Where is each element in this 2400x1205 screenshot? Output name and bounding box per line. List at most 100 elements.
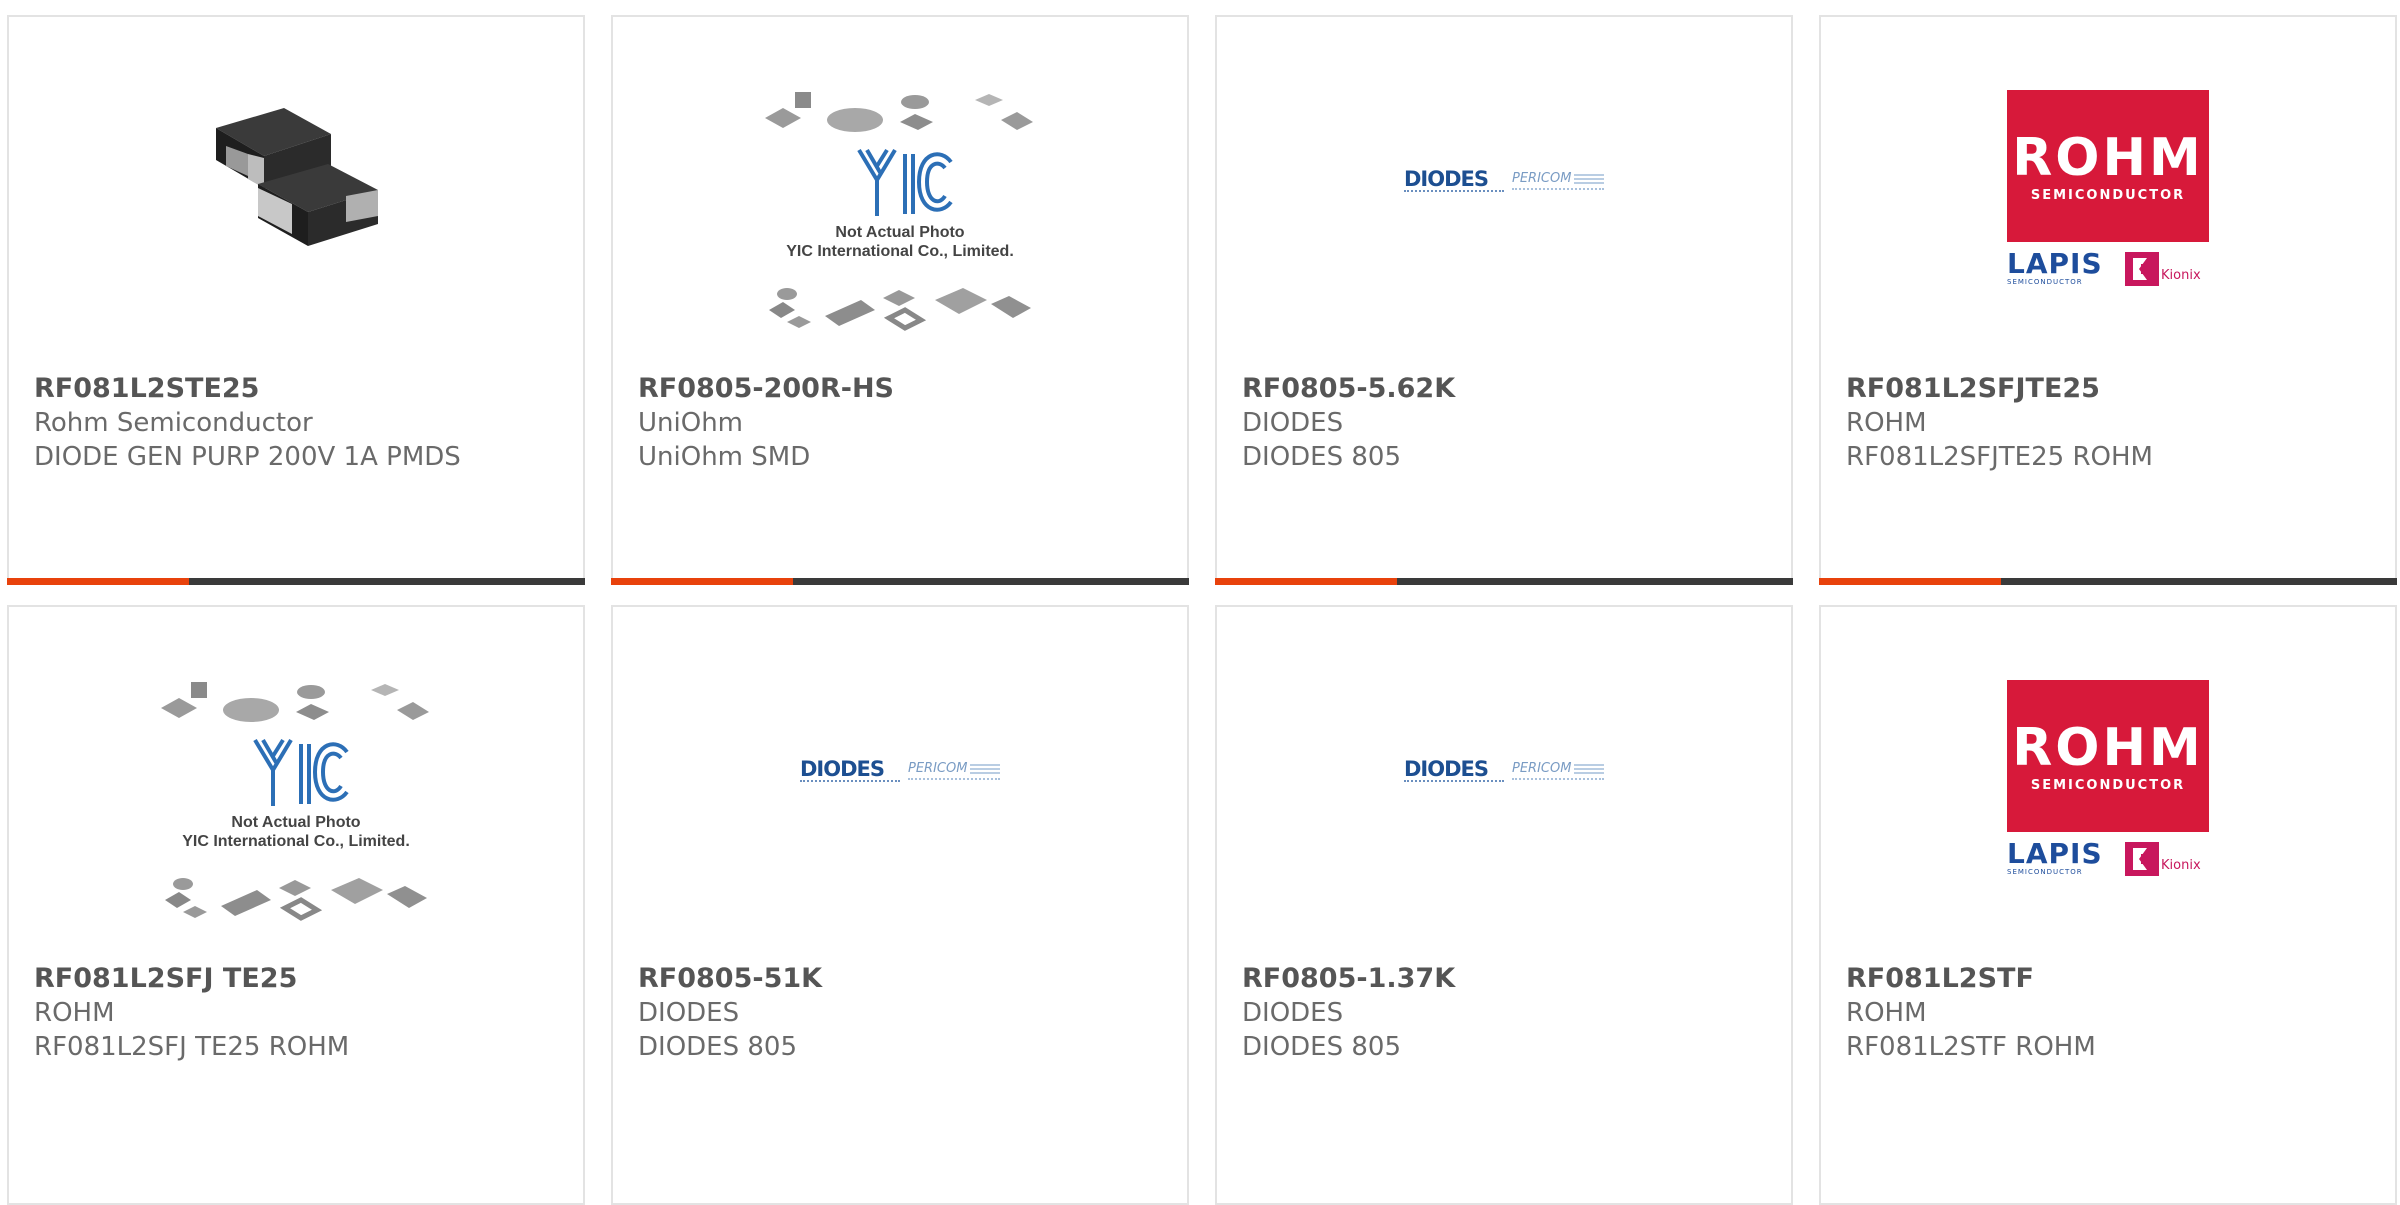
product-image-area: DIODES PERICOM bbox=[1217, 667, 1791, 952]
description: RF081L2STF ROHM bbox=[1846, 1032, 2096, 1062]
chip-icons bbox=[165, 877, 427, 921]
product-card[interactable]: RF081L2STE25 Rohm Semiconductor DIODE GE… bbox=[7, 15, 585, 585]
pericom-tagline bbox=[908, 777, 1000, 782]
product-image-area: DIODES PERICOM bbox=[1217, 77, 1791, 362]
product-card[interactable]: Not Actual Photo YIC International Co., … bbox=[611, 15, 1189, 585]
pericom-tagline bbox=[1512, 187, 1604, 192]
description: DIODES 805 bbox=[1242, 1032, 1401, 1062]
kionix-mark-icon bbox=[2125, 841, 2159, 876]
kionix-mark-icon bbox=[2125, 251, 2159, 286]
product-info: RF0805-1.37K DIODES DIODES 805 bbox=[1242, 962, 1781, 1064]
lapis-subtitle: SEMICONDUCTOR bbox=[2007, 867, 2083, 876]
product-card[interactable]: ROHM SEMICONDUCTOR LAPIS SEMICONDUCTOR K… bbox=[1819, 605, 2397, 1205]
yic-company-label: YIC International Co., Limited. bbox=[786, 242, 1014, 260]
manufacturer: Rohm Semiconductor bbox=[34, 408, 313, 438]
product-info: RF0805-200R-HS UniOhm UniOhm SMD bbox=[638, 372, 1177, 474]
kionix-wordmark: Kionix bbox=[2161, 267, 2201, 283]
product-info: RF081L2SFJTE25 ROHM RF081L2SFJTE25 ROHM bbox=[1846, 372, 2385, 474]
product-card[interactable]: DIODES PERICOM RF0805-5.62K DIODES DIODE… bbox=[1215, 15, 1793, 585]
manufacturer: ROHM bbox=[34, 998, 115, 1028]
yic-company-label: YIC International Co., Limited. bbox=[182, 832, 410, 850]
lapis-wordmark: LAPIS bbox=[2007, 246, 2103, 280]
product-info: RF081L2STF ROHM RF081L2STF ROHM bbox=[1846, 962, 2385, 1064]
kionix-logo: Kionix bbox=[2125, 251, 2209, 286]
part-number[interactable]: RF0805-200R-HS bbox=[638, 372, 1177, 406]
lapis-subtitle: SEMICONDUCTOR bbox=[2007, 277, 2083, 286]
part-number[interactable]: RF0805-1.37K bbox=[1242, 962, 1781, 996]
diodes-tagline bbox=[1404, 189, 1504, 194]
rohm-logo-block: ROHM SEMICONDUCTOR bbox=[2007, 89, 2209, 242]
description: RF081L2SFJTE25 ROHM bbox=[1846, 442, 2153, 472]
product-image-area: ROHM SEMICONDUCTOR LAPIS SEMICONDUCTOR K… bbox=[1821, 667, 2395, 952]
card-footer-bar bbox=[1819, 578, 2397, 585]
description: DIODE GEN PURP 200V 1A PMDS bbox=[34, 442, 461, 472]
manufacturer: DIODES bbox=[638, 998, 740, 1028]
diode-photo bbox=[216, 107, 378, 246]
product-card[interactable]: ROHM SEMICONDUCTOR LAPIS SEMICONDUCTOR K… bbox=[1819, 15, 2397, 585]
product-image-area: ROHM SEMICONDUCTOR LAPIS SEMICONDUCTOR K… bbox=[1821, 77, 2395, 362]
part-number[interactable]: RF081L2SFJ TE25 bbox=[34, 962, 573, 996]
part-number[interactable]: RF081L2STF bbox=[1846, 962, 2385, 996]
manufacturer: DIODES bbox=[1242, 998, 1344, 1028]
description: UniOhm SMD bbox=[638, 442, 811, 472]
part-number[interactable]: RF0805-51K bbox=[638, 962, 1177, 996]
chip-icons bbox=[161, 681, 429, 722]
product-info: RF081L2SFJ TE25 ROHM RF081L2SFJ TE25 ROH… bbox=[34, 962, 573, 1064]
diodes-wordmark: DIODES bbox=[800, 756, 885, 781]
part-number[interactable]: RF0805-5.62K bbox=[1242, 372, 1781, 406]
diodes-wordmark: DIODES bbox=[1404, 166, 1489, 191]
rohm-wordmark: ROHM bbox=[2012, 127, 2204, 188]
part-number[interactable]: RF081L2STE25 bbox=[34, 372, 573, 406]
rohm-subtitle: SEMICONDUCTOR bbox=[2030, 777, 2186, 793]
yic-logo-mark bbox=[253, 738, 349, 806]
yic-placeholder-image: Not Actual Photo YIC International Co., … bbox=[161, 680, 431, 930]
manufacturer: ROHM bbox=[1846, 998, 1927, 1028]
product-info: RF081L2STE25 Rohm Semiconductor DIODE GE… bbox=[34, 372, 573, 474]
pericom-lines bbox=[1574, 173, 1604, 184]
rohm-lapis-kionix-logo: ROHM SEMICONDUCTOR LAPIS SEMICONDUCTOR K… bbox=[2007, 679, 2209, 880]
diodes-pericom-logo: DIODES PERICOM bbox=[800, 758, 1000, 788]
part-number[interactable]: RF081L2SFJTE25 bbox=[1846, 372, 2385, 406]
product-card[interactable]: DIODES PERICOM RF0805-51K DIODES DIODES … bbox=[611, 605, 1189, 1205]
not-actual-photo-label: Not Actual Photo bbox=[835, 223, 965, 241]
product-grid: RF081L2STE25 Rohm Semiconductor DIODE GE… bbox=[0, 0, 2400, 1205]
yic-logo-mark bbox=[857, 148, 953, 216]
kionix-wordmark: Kionix bbox=[2161, 857, 2201, 873]
pericom-wordmark: PERICOM bbox=[1512, 760, 1572, 776]
rohm-lapis-kionix-logo: ROHM SEMICONDUCTOR LAPIS SEMICONDUCTOR K… bbox=[2007, 89, 2209, 290]
product-image-area bbox=[9, 77, 583, 362]
partner-logos: LAPIS SEMICONDUCTOR Kionix bbox=[2007, 246, 2209, 290]
product-image-area: Not Actual Photo YIC International Co., … bbox=[613, 77, 1187, 362]
product-info: RF0805-5.62K DIODES DIODES 805 bbox=[1242, 372, 1781, 474]
card-footer-bar bbox=[611, 578, 1189, 585]
product-card[interactable]: DIODES PERICOM RF0805-1.37K DIODES DIODE… bbox=[1215, 605, 1793, 1205]
card-footer-accent bbox=[7, 578, 189, 585]
product-card[interactable]: Not Actual Photo YIC International Co., … bbox=[7, 605, 585, 1205]
card-footer-bar bbox=[1215, 578, 1793, 585]
diodes-pericom-logo: DIODES PERICOM bbox=[1404, 758, 1604, 788]
pericom-lines bbox=[1574, 763, 1604, 774]
diodes-tagline bbox=[800, 779, 900, 784]
diodes-pericom-logo: DIODES PERICOM bbox=[1404, 168, 1604, 198]
diodes-tagline bbox=[1404, 779, 1504, 784]
kionix-logo: Kionix bbox=[2125, 841, 2209, 876]
pericom-lines bbox=[970, 763, 1000, 774]
lapis-wordmark: LAPIS bbox=[2007, 836, 2103, 870]
pericom-wordmark: PERICOM bbox=[908, 760, 968, 776]
not-actual-photo-label: Not Actual Photo bbox=[231, 813, 361, 831]
description: RF081L2SFJ TE25 ROHM bbox=[34, 1032, 350, 1062]
product-image-area: DIODES PERICOM bbox=[613, 667, 1187, 952]
card-footer-accent bbox=[611, 578, 793, 585]
diodes-wordmark: DIODES bbox=[1404, 756, 1489, 781]
yic-placeholder-image: Not Actual Photo YIC International Co., … bbox=[765, 90, 1035, 340]
card-footer-accent bbox=[1819, 578, 2001, 585]
chip-icons bbox=[765, 91, 1033, 132]
product-info: RF0805-51K DIODES DIODES 805 bbox=[638, 962, 1177, 1064]
card-footer-accent bbox=[1215, 578, 1397, 585]
rohm-logo-block: ROHM SEMICONDUCTOR bbox=[2007, 679, 2209, 832]
pericom-wordmark: PERICOM bbox=[1512, 170, 1572, 186]
partner-logos: LAPIS SEMICONDUCTOR Kionix bbox=[2007, 836, 2209, 880]
pericom-tagline bbox=[1512, 777, 1604, 782]
description: DIODES 805 bbox=[1242, 442, 1401, 472]
chip-icons bbox=[769, 287, 1031, 331]
